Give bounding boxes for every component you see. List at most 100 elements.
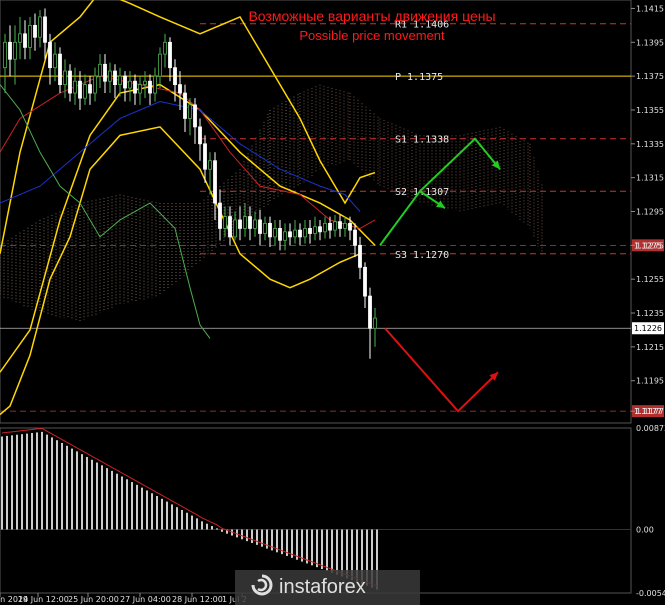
candle-body [38, 16, 42, 38]
y-tick-label: 1.1335 [636, 140, 664, 149]
candle-body [178, 84, 182, 94]
y-tick-label: 1.1255 [636, 275, 664, 284]
candle-body [73, 80, 77, 94]
watermark-text: instaforex [279, 576, 366, 598]
chart-background [0, 0, 665, 605]
candle-body [148, 80, 152, 94]
candle-body [93, 75, 97, 94]
candle-body [188, 104, 192, 119]
candle-body [183, 92, 187, 119]
candle-body [268, 222, 272, 238]
candle-body [138, 84, 142, 94]
candle-body [108, 70, 112, 82]
candle-body [118, 75, 122, 85]
candle-body [168, 41, 172, 69]
candle-body [23, 33, 27, 48]
y-tick-label: 1.1275 [636, 241, 664, 250]
candle-body [258, 219, 262, 234]
candle-body [303, 228, 307, 238]
candle-body [3, 41, 7, 69]
candle-body [13, 41, 17, 60]
time-axis: 21 Jun 201924 Jun 12:0025 Jun 20:0027 Ju… [0, 593, 247, 604]
candle-body [358, 244, 362, 268]
candle-body [133, 80, 137, 94]
y-tick-label: 1.1355 [636, 106, 664, 115]
candle-body [228, 216, 232, 238]
watermark: instaforex [235, 570, 420, 605]
price-badge-text: 1.1226 [634, 324, 662, 333]
y-tick-label: 1.1375 [636, 72, 664, 81]
candle-body [33, 24, 37, 38]
level-label-s3: S3 1.1270 [395, 250, 449, 261]
candle-body [273, 228, 277, 238]
candle-body [53, 53, 57, 69]
candle-body [323, 222, 327, 233]
candle-body [128, 80, 132, 89]
candle-body [68, 70, 72, 94]
candle-body [193, 104, 197, 128]
candle-body [163, 41, 167, 55]
candle-body [173, 67, 177, 86]
candle-body [113, 70, 117, 86]
candle-body [373, 317, 377, 329]
candle-body [233, 219, 237, 238]
candle-body [203, 143, 207, 170]
candle-body [313, 226, 317, 234]
candle-body [283, 231, 287, 241]
candle-body [338, 221, 342, 229]
candle-body [328, 222, 332, 231]
osc-tick-label: -0.00546 [636, 589, 665, 598]
level-label-p: P 1.1375 [395, 72, 443, 83]
candle-body [343, 222, 347, 229]
y-tick-label: 1.1395 [636, 38, 664, 47]
chart-title: Возможные варианты движения цены [248, 8, 495, 24]
candle-body [263, 222, 267, 234]
candle-body [143, 80, 147, 86]
osc-tick-label: 0.00873 [636, 424, 665, 433]
x-tick-label: 25 Jun 20:00 [68, 595, 119, 604]
candle-body [293, 229, 297, 238]
candle-body [333, 221, 337, 231]
x-tick-label: 28 Jun 12:00 [172, 595, 223, 604]
candle-body [8, 41, 12, 60]
y-tick-label: 1.1315 [636, 174, 664, 183]
candle-body [278, 228, 282, 241]
x-tick-label: 24 Jun 12:00 [18, 595, 69, 604]
y-tick-label: 1.1235 [636, 309, 664, 318]
y-tick-label: 1.1215 [636, 343, 664, 352]
chart-subtitle: Possible price movement [299, 28, 445, 43]
candle-body [243, 216, 247, 229]
candle-body [348, 222, 352, 231]
y-tick-label: 1.1295 [636, 208, 664, 217]
price-chart: R1 1.1406P 1.1375S1 1.1338S2 1.1307S3 1.… [0, 0, 665, 605]
candle-body [198, 126, 202, 145]
candle-body [223, 216, 227, 229]
candle-body [208, 160, 212, 170]
candle-body [363, 266, 367, 297]
candle-body [288, 231, 292, 238]
y-tick-label: 1.1177 [636, 407, 664, 416]
candle-body [28, 24, 32, 48]
y-tick-label: 1.1195 [636, 377, 664, 386]
osc-tick-label: 0.00 [636, 526, 654, 535]
candle-body [98, 63, 102, 77]
candle-body [63, 70, 67, 86]
candle-body [78, 80, 82, 99]
x-tick-label: 27 Jun 04:00 [120, 595, 171, 604]
candle-body [88, 84, 92, 94]
candle-body [18, 33, 22, 43]
candle-body [308, 228, 312, 234]
candle-body [83, 84, 87, 99]
candle-body [103, 63, 107, 82]
y-tick-label: 1.1415 [636, 4, 664, 13]
candle-body [248, 216, 252, 229]
candle-body [43, 16, 47, 43]
candle-body [158, 53, 162, 77]
candle-body [253, 219, 257, 229]
level-label-s1: S1 1.1338 [395, 135, 449, 146]
candle-body [58, 53, 62, 86]
candle-body [238, 219, 242, 229]
candle-body [153, 75, 157, 94]
candle-body [353, 229, 357, 246]
candle-body [123, 75, 127, 89]
